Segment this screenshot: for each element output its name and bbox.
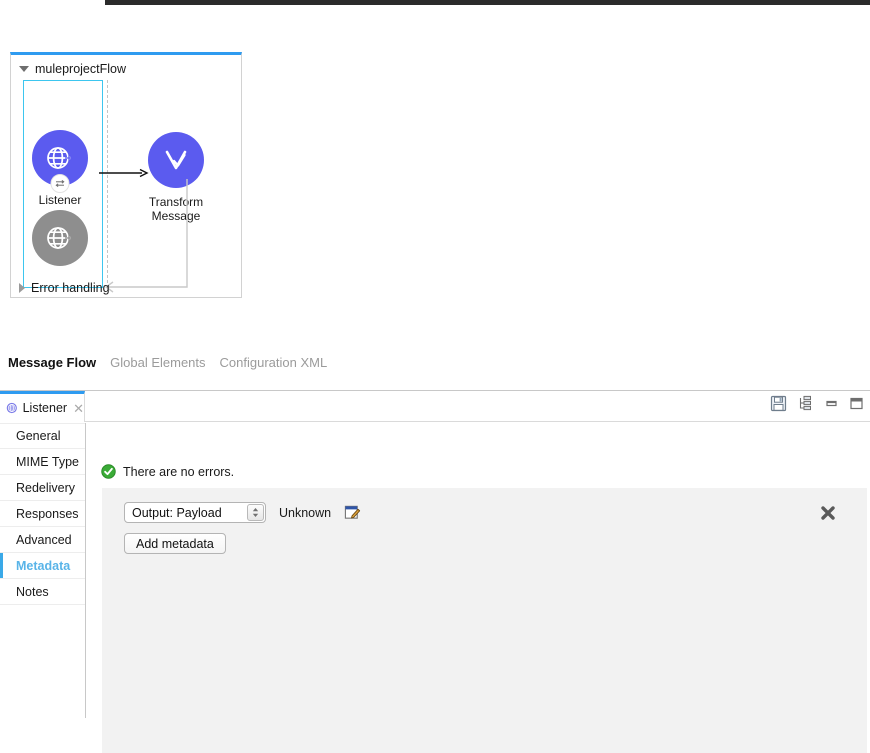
sidebar-item-advanced[interactable]: Advanced — [0, 527, 85, 553]
sidebar-item-responses[interactable]: Responses — [0, 501, 85, 527]
flow-node-listener[interactable]: Listener — [17, 130, 103, 207]
green-check-icon — [101, 464, 116, 479]
flow-name-label: muleprojectFlow — [35, 62, 126, 76]
properties-tab-bar: Listener ✕ — [0, 391, 870, 423]
tree-outline-icon[interactable] — [797, 395, 814, 412]
tab-message-flow[interactable]: Message Flow — [8, 355, 96, 370]
metadata-output-select[interactable]: Output: Payload — [124, 502, 266, 523]
error-handling-section[interactable]: Error handling — [19, 281, 110, 295]
metadata-output-select-value: Output: Payload — [132, 506, 222, 520]
properties-sidebar[interactable]: General MIME Type Redelivery Responses A… — [0, 423, 86, 718]
error-handling-label: Error handling — [31, 281, 110, 295]
delete-x-icon — [819, 504, 837, 522]
delete-metadata-button[interactable] — [817, 502, 839, 524]
http-globe-icon — [6, 401, 18, 415]
save-icon[interactable] — [770, 395, 787, 412]
properties-content: There are no errors. Output: Payload Unk… — [87, 423, 870, 725]
flow-node-response[interactable] — [17, 210, 103, 266]
triangle-down-icon[interactable] — [19, 66, 29, 72]
tab-global-elements[interactable]: Global Elements — [110, 355, 205, 370]
request-response-icon — [55, 178, 66, 189]
maximize-icon[interactable] — [849, 396, 864, 411]
status-row: There are no errors. — [101, 464, 234, 479]
close-icon[interactable]: ✕ — [73, 402, 84, 415]
editor-tab-bar[interactable]: Message Flow Global Elements Configurati… — [8, 355, 327, 370]
http-globe-icon — [43, 221, 77, 255]
listener-node-label: Listener — [17, 193, 103, 207]
tab-bar-divider — [85, 421, 870, 422]
select-stepper-icon[interactable] — [247, 504, 264, 521]
properties-tab-listener[interactable]: Listener ✕ — [0, 391, 85, 422]
tab-configuration-xml[interactable]: Configuration XML — [220, 355, 328, 370]
add-metadata-button[interactable]: Add metadata — [124, 533, 226, 554]
window-top-strip — [105, 0, 870, 5]
metadata-type-label: Unknown — [279, 506, 331, 520]
response-node-circle[interactable] — [32, 210, 88, 266]
metadata-panel: Output: Payload Unknown Add m — [102, 488, 867, 753]
request-response-badge — [51, 174, 70, 193]
flow-header[interactable]: muleprojectFlow — [19, 62, 126, 76]
listener-node-circle[interactable] — [32, 130, 88, 186]
triangle-right-icon[interactable] — [19, 283, 25, 293]
sidebar-item-redelivery[interactable]: Redelivery — [0, 475, 85, 501]
minimize-icon[interactable] — [824, 396, 839, 411]
properties-tab-label: Listener — [23, 401, 67, 415]
flow-return-connector — [97, 165, 217, 293]
edit-pencil-icon[interactable] — [344, 504, 361, 521]
sidebar-item-general[interactable]: General — [0, 423, 85, 449]
sidebar-item-metadata[interactable]: Metadata — [0, 553, 85, 579]
metadata-row: Output: Payload Unknown — [124, 502, 361, 523]
properties-toolbar[interactable] — [770, 395, 864, 412]
sidebar-item-mime-type[interactable]: MIME Type — [0, 449, 85, 475]
sidebar-item-notes[interactable]: Notes — [0, 579, 85, 605]
properties-panel: Listener ✕ — [0, 390, 870, 734]
chevron-up-down-icon — [251, 507, 260, 518]
http-globe-icon — [43, 141, 77, 175]
message-flow-canvas[interactable]: muleprojectFlow — [10, 52, 242, 298]
status-text: There are no errors. — [123, 465, 234, 479]
